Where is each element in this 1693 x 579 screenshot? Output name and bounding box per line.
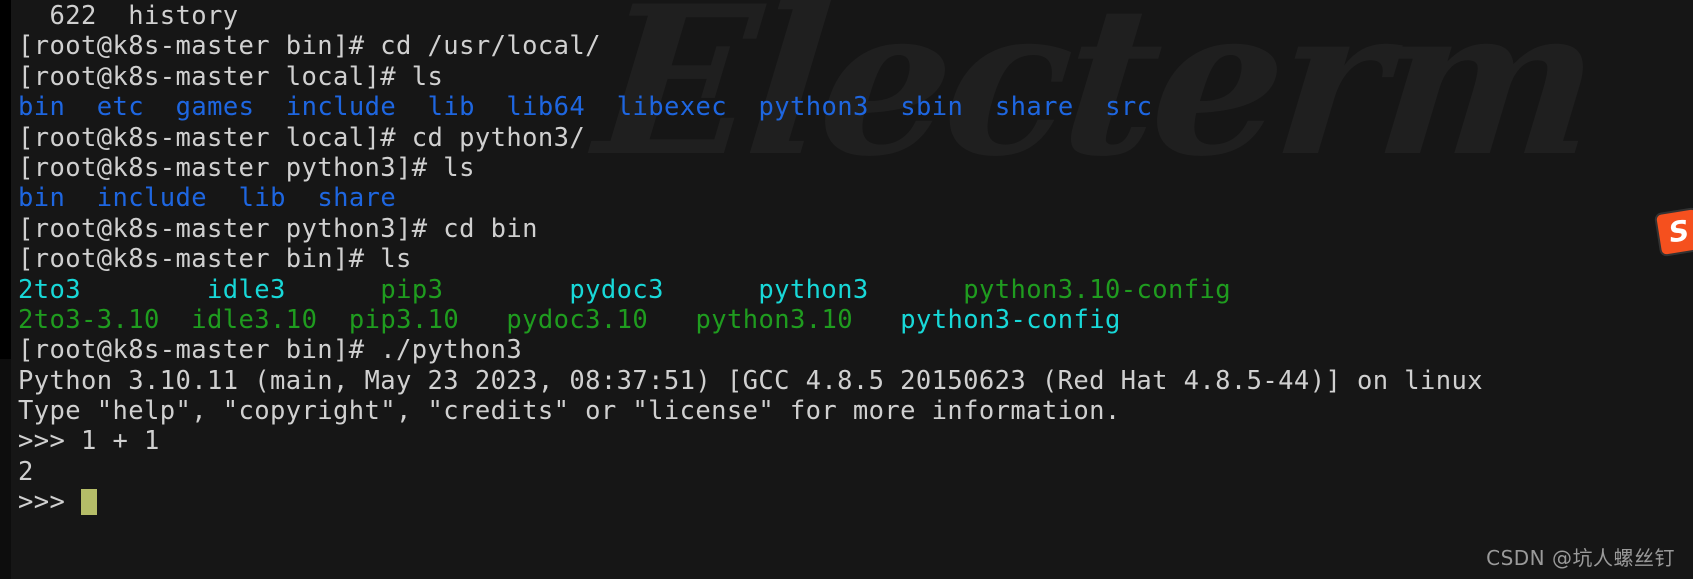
csdn-watermark: CSDN @坑人螺丝钉	[1486, 546, 1675, 570]
terminal-window[interactable]: Electerm 622 history[root@k8s-master bin…	[0, 0, 1693, 579]
terminal-text: lib	[427, 92, 475, 123]
terminal-text: lib64	[506, 92, 586, 123]
terminal-cursor	[81, 489, 98, 516]
terminal-scrollbar[interactable]	[0, 0, 11, 579]
terminal-text: python3.10-config	[963, 274, 1231, 305]
terminal-text: [root@k8s-master bin]# cd /usr/local/	[18, 31, 601, 62]
terminal-text: >>> 1 + 1	[18, 426, 160, 457]
terminal-text: pydoc3	[569, 274, 664, 305]
terminal-text: 2to3-3.10	[18, 304, 160, 335]
terminal-text: bin	[18, 183, 66, 214]
terminal-text: share	[317, 183, 397, 214]
terminal-text: src	[1105, 92, 1153, 123]
terminal-text: [root@k8s-master python3]# ls	[18, 152, 475, 183]
terminal-text: include	[96, 183, 208, 214]
terminal-text: python3.10	[695, 304, 853, 335]
terminal-line-python-input-1plus1: >>> 1 + 1	[18, 426, 1693, 456]
terminal-output[interactable]: 622 history [root@k8s-master bin]# cd /us…	[0, 0, 1693, 579]
terminal-text: [root@k8s-master python3]# cd bin	[18, 213, 538, 244]
terminal-text: 2to3	[18, 274, 82, 305]
terminal-line-prompt-ls-local: [root@k8s-master local]# ls	[18, 62, 1693, 92]
python-prompt: >>>	[18, 487, 82, 518]
terminal-text: idle3	[207, 274, 286, 305]
sogou-s-glyph: S	[1666, 213, 1692, 250]
terminal-scrollbar-thumb[interactable]	[0, 358, 11, 579]
terminal-text: python3	[758, 92, 869, 123]
sogou-ime-icon[interactable]: S	[1656, 209, 1693, 255]
terminal-text: 622 history	[18, 1, 239, 31]
terminal-text: lib	[238, 183, 286, 214]
terminal-text: [root@k8s-master bin]# ls	[18, 244, 412, 275]
terminal-text: games	[175, 92, 255, 123]
terminal-text: 2	[18, 456, 34, 487]
terminal-text: python3	[758, 274, 869, 305]
terminal-text: sbin	[900, 92, 964, 123]
terminal-line-prompt-cd-python3: [root@k8s-master local]# cd python3/	[18, 123, 1693, 153]
terminal-line-ls-output-bin-row1: 2to3 idle3 pip3 pydoc3 python3 python3.1…	[18, 275, 1693, 305]
terminal-line-python-output-2: 2	[18, 457, 1693, 487]
terminal-text: [root@k8s-master local]# cd python3/	[18, 122, 586, 153]
terminal-text: libexec	[616, 92, 727, 123]
terminal-line-python-help-banner: Type "help", "copyright", "credits" or "…	[18, 396, 1693, 426]
terminal-text: Type "help", "copyright", "credits" or "…	[18, 396, 1121, 427]
terminal-line-final-prompt: >>>	[18, 487, 1693, 517]
terminal-line-prompt-run-python3: [root@k8s-master bin]# ./python3	[18, 335, 1693, 365]
terminal-text: etc	[96, 92, 145, 123]
terminal-line-history-entry: 622 history	[18, 1, 1693, 31]
terminal-line-prompt-cd-bin: [root@k8s-master python3]# cd bin	[18, 214, 1693, 244]
terminal-text: [root@k8s-master bin]# ./python3	[18, 335, 523, 366]
terminal-line-ls-output-python3: bin include lib share	[18, 183, 1693, 213]
terminal-text: python3-config	[900, 304, 1121, 335]
terminal-text: idle3.10	[191, 304, 318, 335]
terminal-line-ls-output-bin-row2: 2to3-3.10 idle3.10 pip3.10 pydoc3.10 pyt…	[18, 305, 1693, 335]
terminal-text: share	[994, 92, 1074, 123]
terminal-text: pip3.10	[348, 304, 460, 335]
terminal-text: [root@k8s-master local]# ls	[18, 61, 444, 92]
terminal-text: pip3	[380, 274, 444, 305]
terminal-line-prompt-ls-python3: [root@k8s-master python3]# ls	[18, 153, 1693, 183]
terminal-line-prompt-ls-bin: [root@k8s-master bin]# ls	[18, 244, 1693, 274]
terminal-text: Python 3.10.11 (main, May 23 2023, 08:37…	[18, 365, 1483, 396]
terminal-line-prompt-cd-usr-local: [root@k8s-master bin]# cd /usr/local/	[18, 31, 1693, 61]
terminal-line-ls-output-local: bin etc games include lib lib64 libexec …	[18, 92, 1693, 122]
terminal-line-python-version-banner: Python 3.10.11 (main, May 23 2023, 08:37…	[18, 366, 1693, 396]
terminal-text: bin	[18, 92, 66, 123]
terminal-text: include	[285, 92, 397, 123]
terminal-text: pydoc3.10	[506, 304, 649, 335]
